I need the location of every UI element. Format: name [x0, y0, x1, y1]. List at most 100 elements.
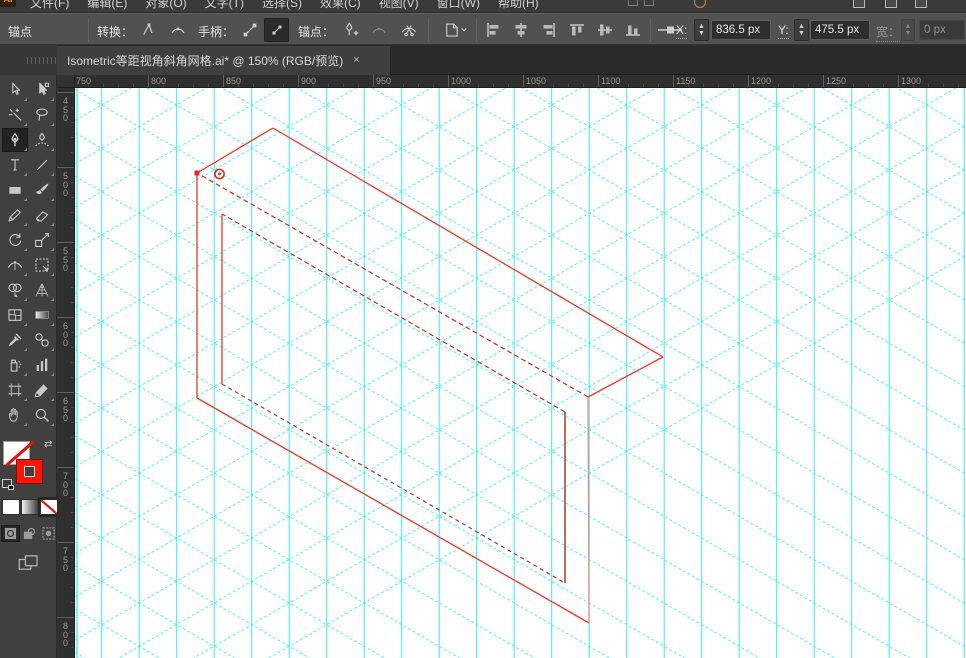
selected-anchor-point	[195, 171, 200, 176]
tools-panel: ⇄	[0, 75, 57, 658]
ruler-tick	[373, 75, 374, 88]
align-right-icon	[541, 22, 557, 38]
mesh-tool[interactable]	[2, 303, 28, 327]
menu-item-2[interactable]: 对象(O)	[145, 0, 186, 13]
none-mode-button[interactable]	[40, 499, 58, 515]
artboard-canvas[interactable]	[75, 88, 966, 658]
align-left-button[interactable]	[480, 18, 505, 42]
x-label[interactable]: X:	[676, 23, 687, 39]
pen-tool[interactable]	[2, 128, 28, 152]
stroke-color-swatch[interactable]	[16, 459, 43, 484]
y-label[interactable]: Y:	[778, 23, 789, 39]
menu-item-1[interactable]: 编辑(E)	[87, 0, 127, 13]
column-graph-tool[interactable]	[29, 353, 55, 377]
free-transform-tool[interactable]	[29, 253, 55, 277]
vertical-ruler[interactable]: 450500550600650700750800	[57, 88, 75, 658]
paintbrush-tool[interactable]	[29, 178, 55, 202]
stepper-up-icon[interactable]: ▲	[698, 23, 705, 30]
slice-tool[interactable]	[29, 378, 55, 402]
stepper-down-icon[interactable]: ▼	[698, 30, 705, 37]
align-center-h-button[interactable]	[508, 18, 533, 42]
workspace-icon-2[interactable]	[885, 0, 897, 8]
align-bottom-button[interactable]	[620, 18, 645, 42]
ruler-tick	[898, 75, 899, 88]
add-anchor-button[interactable]	[337, 18, 362, 42]
dock-grip	[27, 57, 57, 64]
pencil-tool[interactable]	[2, 203, 28, 227]
document-tab[interactable]: Isometric等距视角斜角网格.ai* @ 150% (RGB/预览) ×	[57, 46, 391, 75]
show-handles-button[interactable]	[237, 18, 262, 42]
x-stepper[interactable]: ▲▼	[694, 19, 709, 41]
default-fill-stroke-icon[interactable]	[2, 479, 12, 488]
document-setup-button[interactable]	[438, 18, 472, 42]
tab-close-icon[interactable]: ×	[353, 55, 359, 66]
line-segment-tool-icon	[33, 156, 51, 174]
screen-mode-button[interactable]	[14, 552, 44, 573]
color-mode-button[interactable]	[2, 499, 20, 515]
zoom-tool[interactable]	[29, 403, 55, 427]
menu-item-6[interactable]: 视图(V)	[379, 0, 419, 13]
gradient-tool[interactable]	[29, 303, 55, 327]
horizontal-ruler[interactable]: 7508008509009501000105011001150120012501…	[75, 75, 966, 88]
free-transform-tool-icon	[33, 256, 51, 274]
type-tool[interactable]	[2, 153, 28, 177]
panel-icon-b[interactable]	[644, 0, 654, 6]
align-right-button[interactable]	[536, 18, 561, 42]
direct-selection-tool[interactable]	[29, 78, 55, 102]
scale-tool[interactable]	[29, 228, 55, 252]
y-stepper[interactable]: ▲▼	[794, 19, 809, 41]
hand-tool[interactable]	[2, 403, 28, 427]
menu-item-0[interactable]: 文件(F)	[30, 0, 69, 13]
blend-tool[interactable]	[29, 328, 55, 352]
stepper-up-icon[interactable]: ▲	[798, 23, 805, 30]
hide-handles-button[interactable]	[264, 18, 289, 42]
align-center-h-icon	[513, 22, 529, 38]
convert-label: 转换：	[97, 23, 133, 40]
menu-item-8[interactable]: 帮助(H)	[498, 0, 539, 13]
lasso-tool[interactable]	[29, 103, 55, 127]
menu-item-3[interactable]: 文字(T)	[205, 0, 244, 13]
draw-behind-button[interactable]	[20, 525, 39, 542]
menu-item-5[interactable]: 效果(C)	[320, 0, 361, 13]
workspace-icon-1[interactable]	[853, 0, 865, 8]
sync-circle-icon[interactable]	[694, 0, 706, 8]
direct-selection-tool-icon	[33, 81, 51, 99]
width-tool[interactable]	[2, 253, 28, 277]
pen-snap-indicator-dot	[218, 173, 221, 176]
perspective-grid-tool[interactable]	[29, 278, 55, 302]
shape-builder-tool[interactable]	[2, 278, 28, 302]
line-segment-tool[interactable]	[29, 153, 55, 177]
ruler-label: 1000	[451, 76, 471, 86]
align-middle-v-button[interactable]	[592, 18, 617, 42]
slice-tool-icon	[33, 381, 51, 399]
draw-normal-button[interactable]	[1, 525, 20, 542]
gradient-mode-button[interactable]	[21, 499, 39, 515]
stepper-down-icon[interactable]: ▼	[798, 30, 805, 37]
magic-wand-tool-icon	[6, 106, 24, 124]
menu-item-7[interactable]: 窗口(W)	[437, 0, 480, 13]
remove-anchor-button[interactable]	[366, 18, 391, 42]
selection-tool[interactable]	[2, 78, 28, 102]
align-top-button[interactable]	[564, 18, 589, 42]
cut-path-button[interactable]	[396, 18, 421, 42]
draw-inside-button[interactable]	[39, 525, 58, 542]
convert-to-smooth-button[interactable]	[165, 18, 190, 42]
ruler-corner[interactable]	[57, 75, 75, 88]
rotate-tool[interactable]	[2, 228, 28, 252]
eraser-tool[interactable]	[29, 203, 55, 227]
x-input[interactable]: 836.5 px	[711, 20, 771, 40]
rectangle-tool[interactable]	[2, 178, 28, 202]
panel-icon-a[interactable]	[628, 0, 638, 6]
artboard-tool[interactable]	[2, 378, 28, 402]
symbol-sprayer-tool[interactable]	[2, 353, 28, 377]
selection-tool-icon	[6, 81, 24, 99]
convert-to-corner-button[interactable]	[136, 18, 161, 42]
separator	[88, 18, 89, 42]
magic-wand-tool[interactable]	[2, 103, 28, 127]
menu-item-4[interactable]: 选择(S)	[262, 0, 302, 13]
swap-fill-stroke-icon[interactable]: ⇄	[44, 439, 52, 450]
workspace-icon-3[interactable]	[915, 0, 927, 8]
eyedropper-tool[interactable]	[2, 328, 28, 352]
curvature-tool[interactable]	[29, 128, 55, 152]
y-input[interactable]: 475.5 px	[810, 20, 870, 40]
